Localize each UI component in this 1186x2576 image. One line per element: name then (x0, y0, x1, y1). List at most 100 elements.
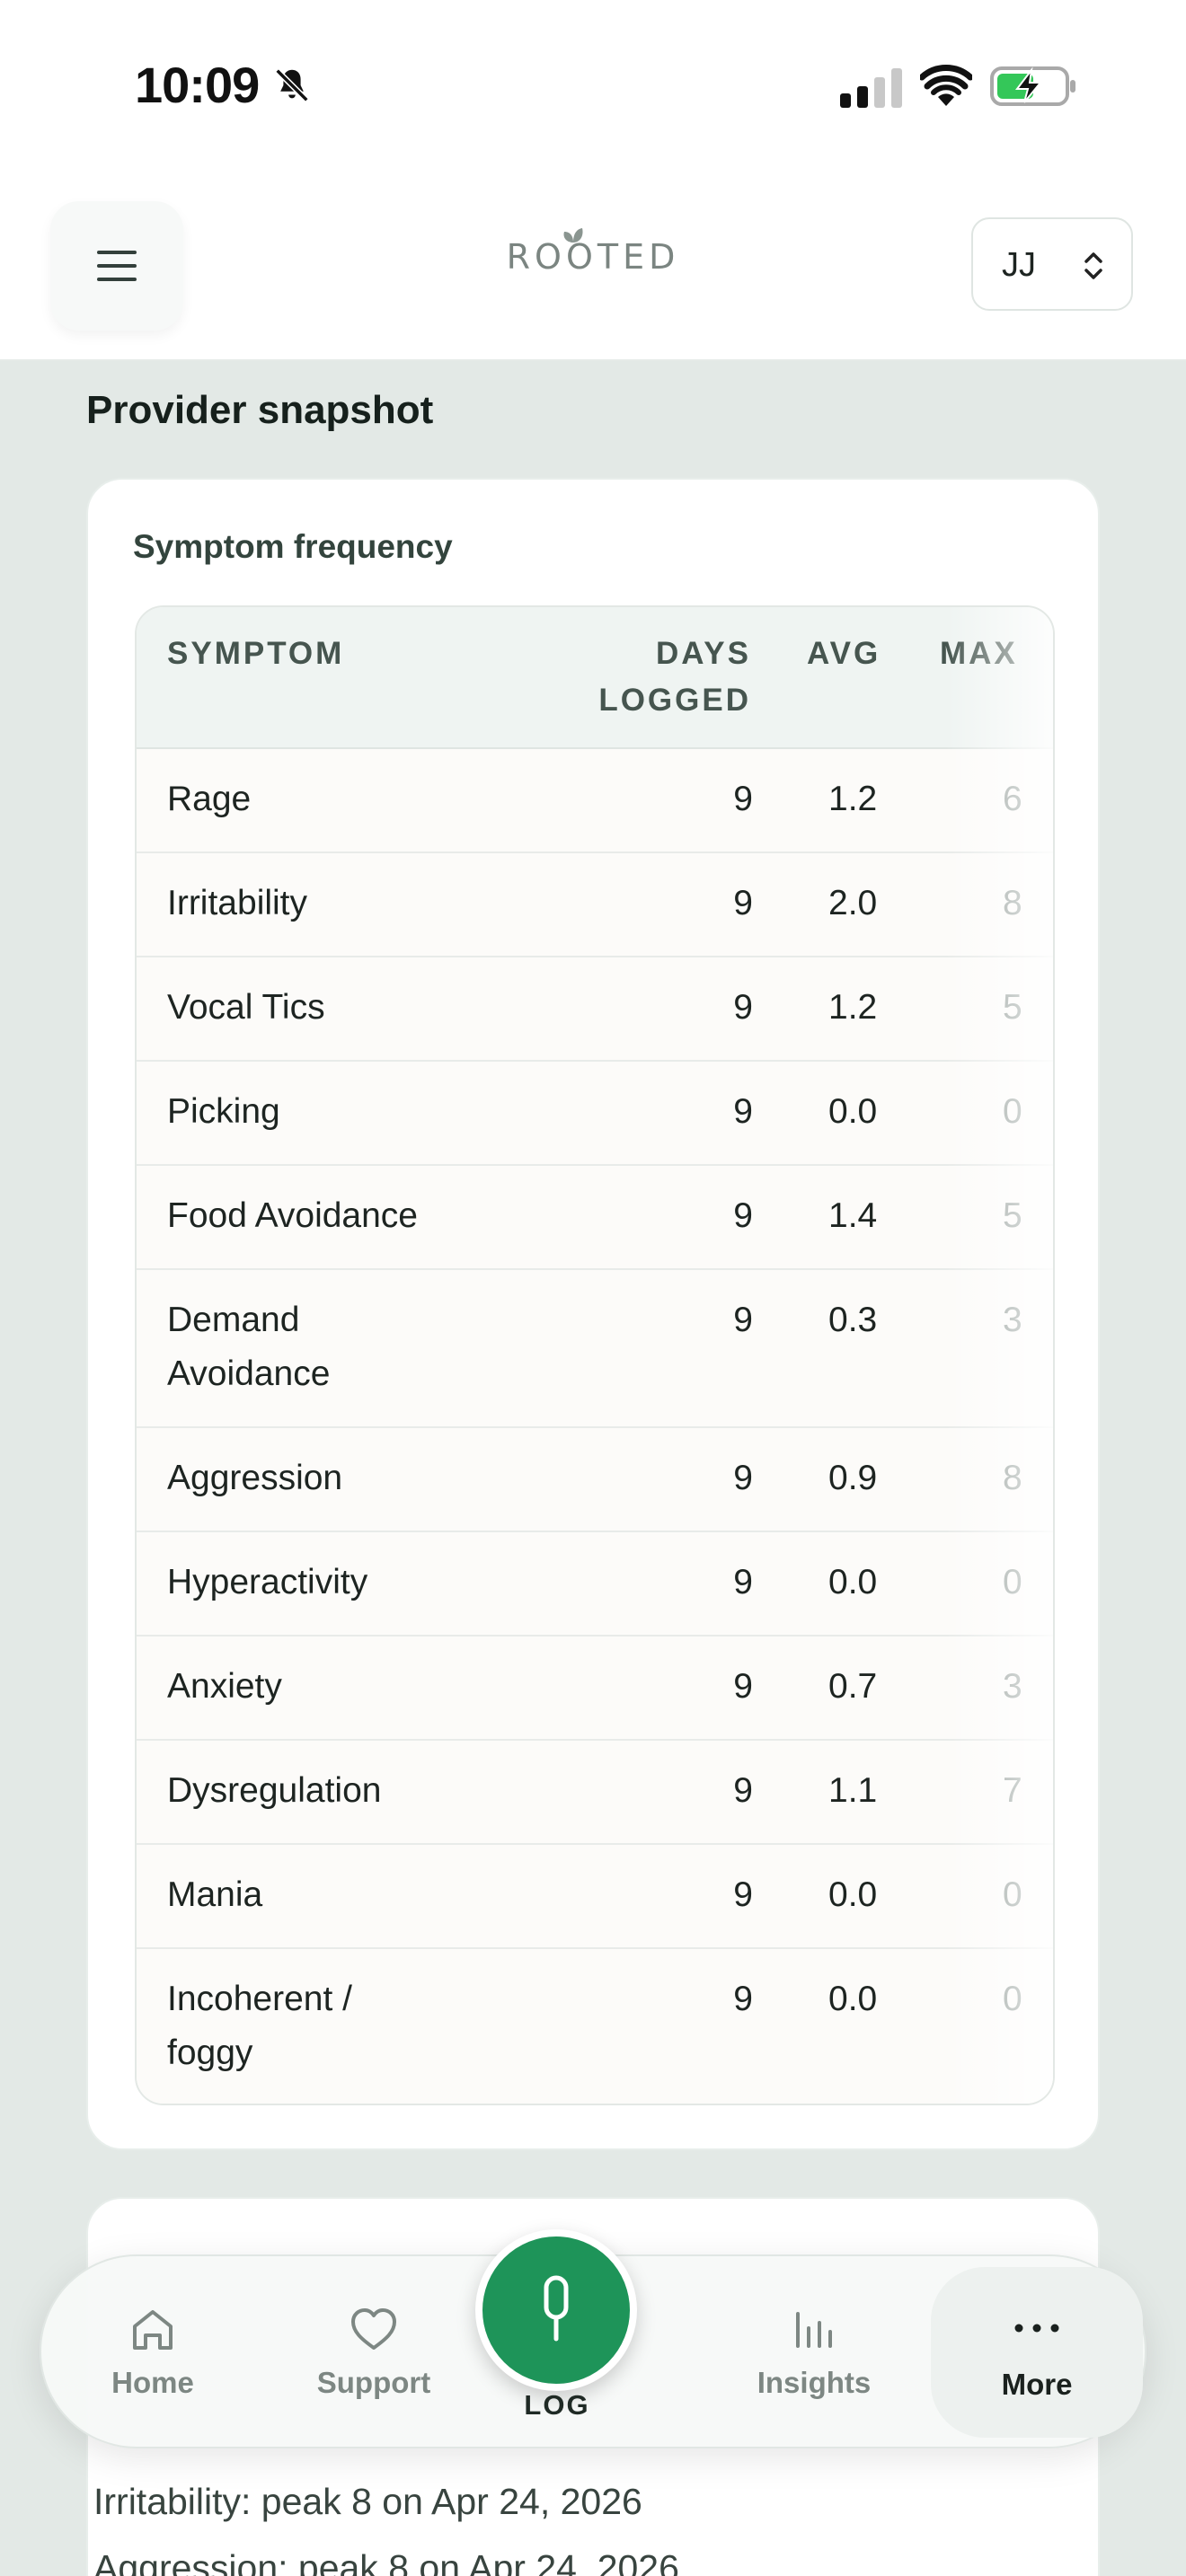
column-header-days-logged: DAYS LOGGED (598, 631, 751, 724)
symptom-name: Demand Avoidance (167, 1301, 331, 1393)
max-value: 0 (1003, 1980, 1022, 2018)
max-value: 0 (1003, 1563, 1022, 1601)
avg-value: 0.0 (828, 1875, 878, 1914)
avg-value: 2.0 (828, 884, 878, 922)
column-header-symptom: SYMPTOM (167, 636, 345, 671)
nav-home[interactable]: Home (63, 2256, 243, 2450)
table-row: Demand Avoidance 9 0.3 3 (137, 1270, 1053, 1428)
max-value: 3 (1003, 1301, 1022, 1339)
battery-charging-icon (990, 66, 1075, 106)
avg-value: 0.0 (828, 1563, 878, 1601)
hamburger-icon (97, 251, 137, 281)
column-header-days-line1: DAYS (655, 636, 751, 671)
nav-more-label: More (1001, 2368, 1073, 2401)
wifi-icon (920, 65, 972, 106)
app-header: ROOTED JJ (0, 180, 1186, 361)
max-value: 3 (1003, 1667, 1022, 1706)
microphone-icon (544, 2275, 569, 2342)
table-row: Hyperactivity 9 0.0 0 (137, 1532, 1053, 1636)
column-header-avg: AVG (807, 636, 881, 671)
symptom-name: Incoherent / foggy (167, 1980, 352, 2072)
avg-value: 0.7 (828, 1667, 878, 1706)
column-header-max: MAX (940, 636, 1018, 671)
days-logged-value: 9 (733, 1875, 753, 1914)
more-dots-icon (1014, 2324, 1059, 2333)
cellular-signal-icon (840, 68, 902, 108)
symptom-name: Food Avoidance (167, 1196, 418, 1235)
days-logged-value: 9 (733, 1563, 753, 1601)
nav-insights[interactable]: Insights (724, 2256, 904, 2450)
symptom-name: Irritability (167, 884, 308, 922)
table-header: SYMPTOM DAYS LOGGED AVG MAX (137, 607, 1053, 749)
days-logged-value: 9 (733, 1459, 753, 1497)
nav-home-label: Home (111, 2366, 194, 2399)
peak-line: Aggression: peak 8 on Apr 24, 2026 (93, 2547, 679, 2576)
avg-value: 0.0 (828, 1092, 878, 1131)
max-value: 0 (1003, 1092, 1022, 1131)
page-title: Provider snapshot (86, 388, 434, 432)
avg-value: 0.3 (828, 1301, 878, 1339)
peak-line: Irritability: peak 8 on Apr 24, 2026 (93, 2481, 642, 2522)
max-value: 5 (1003, 1196, 1022, 1235)
nav-more[interactable]: More (931, 2267, 1143, 2438)
max-value: 8 (1003, 884, 1022, 922)
days-logged-value: 9 (733, 988, 753, 1027)
symptom-frequency-card: Symptom frequency SYMPTOM DAYS LOGGED AV… (86, 478, 1100, 2150)
symptom-table[interactable]: SYMPTOM DAYS LOGGED AVG MAX Rage 9 1.2 6… (135, 605, 1055, 2105)
log-voice-button[interactable] (475, 2229, 637, 2391)
days-logged-value: 9 (733, 1771, 753, 1810)
bell-muted-icon (275, 68, 309, 102)
symptom-name: Mania (167, 1875, 263, 1914)
chevron-up-down-icon (1084, 252, 1102, 279)
symptom-name: Picking (167, 1092, 280, 1131)
days-logged-value: 9 (733, 1092, 753, 1131)
table-row: Food Avoidance 9 1.4 5 (137, 1166, 1053, 1270)
max-value: 7 (1003, 1771, 1022, 1810)
table-row: Incoherent / foggy 9 0.0 0 (137, 1949, 1053, 2104)
days-logged-value: 9 (733, 780, 753, 818)
nav-insights-label: Insights (757, 2366, 872, 2399)
table-row: Vocal Tics 9 1.2 5 (137, 957, 1053, 1062)
days-logged-value: 9 (733, 1301, 753, 1339)
days-logged-value: 9 (733, 1196, 753, 1235)
status-bar: 10:09 (0, 0, 1186, 180)
avg-value: 0.9 (828, 1459, 878, 1497)
column-header-days-line2: LOGGED (598, 683, 751, 718)
profile-selector[interactable]: JJ (971, 217, 1133, 311)
symptom-name: Dysregulation (167, 1771, 382, 1810)
table-row: Picking 9 0.0 0 (137, 1062, 1053, 1166)
table-row: Aggression 9 0.9 8 (137, 1428, 1053, 1532)
nav-support-label: Support (316, 2366, 431, 2399)
symptom-name: Hyperactivity (167, 1563, 368, 1601)
nav-log-label: LOG (524, 2389, 590, 2421)
heart-icon (351, 2308, 396, 2350)
avg-value: 1.2 (828, 988, 878, 1027)
table-row: Dysregulation 9 1.1 7 (137, 1741, 1053, 1845)
symptom-name: Aggression (167, 1459, 343, 1497)
avg-value: 1.2 (828, 780, 878, 818)
profile-initials: JJ (1002, 246, 1036, 284)
avg-value: 1.4 (828, 1196, 878, 1235)
nav-support[interactable]: Support (284, 2256, 464, 2450)
table-row: Mania 9 0.0 0 (137, 1845, 1053, 1949)
symptom-name: Rage (167, 780, 252, 818)
symptom-name: Anxiety (167, 1667, 282, 1706)
table-row: Rage 9 1.2 6 (137, 749, 1053, 853)
max-value: 8 (1003, 1459, 1022, 1497)
status-time: 10:09 (135, 57, 260, 113)
days-logged-value: 9 (733, 884, 753, 922)
leaf-icon (563, 228, 583, 243)
max-value: 0 (1003, 1875, 1022, 1914)
menu-button[interactable] (50, 201, 183, 331)
card-title: Symptom frequency (133, 528, 453, 565)
home-icon (133, 2310, 173, 2350)
days-logged-value: 9 (733, 1667, 753, 1706)
max-value: 5 (1003, 988, 1022, 1027)
max-value: 6 (1003, 780, 1022, 818)
bar-chart-icon (796, 2312, 832, 2348)
table-row: Irritability 9 2.0 8 (137, 853, 1053, 957)
avg-value: 1.1 (828, 1771, 878, 1810)
table-row: Anxiety 9 0.7 3 (137, 1636, 1053, 1741)
app-logo: ROOTED (506, 237, 680, 277)
days-logged-value: 9 (733, 1980, 753, 2018)
